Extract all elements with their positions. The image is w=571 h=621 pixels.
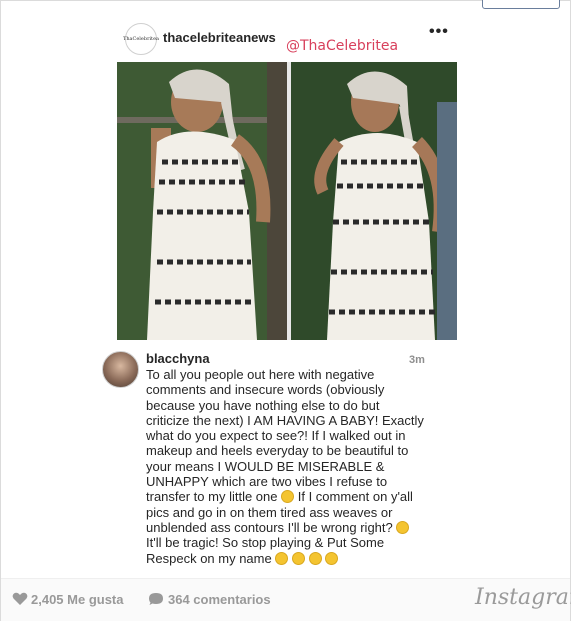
comment-segment: Respeck on my name: [146, 550, 272, 566]
comment-line: because you have nothing else to do but: [146, 397, 380, 413]
photo-illustration: [117, 62, 457, 340]
comment-line: To all you people out here with negative: [146, 367, 375, 382]
likes-count[interactable]: 2,405 Me gusta: [31, 592, 124, 607]
avatar-logo-text: ThaCelebritea: [122, 36, 160, 42]
post-photo: [117, 62, 457, 340]
comment-segment: transfer to my little one: [146, 489, 278, 505]
comment-line: your means I WOULD BE MISERABLE &: [146, 458, 385, 474]
smile-emoji-icon: [281, 490, 295, 504]
comment-segment: If I comment on y'all: [297, 489, 413, 505]
post-card: ThaCelebritea thacelebriteanews ••• @Tha…: [0, 0, 571, 621]
account-avatar[interactable]: ThaCelebritea: [122, 23, 160, 55]
post-footer: 2,405 Me gusta 364 comentarios Instagram: [1, 578, 571, 621]
comment-line: makeup and heels everyday to be beautifu…: [146, 443, 409, 459]
comment-line: UNHAPPY which are two vibes I refuse to: [146, 474, 388, 490]
thinking-emoji-icon: [396, 520, 410, 534]
comment-timestamp: 3m: [409, 354, 425, 366]
instagram-logo: Instagram: [475, 585, 571, 610]
comment-username[interactable]: blacchyna: [146, 351, 210, 366]
comment-line-with-emoji: unblended ass contours I'll be wrong rig…: [146, 520, 436, 535]
commenter-avatar[interactable]: [102, 351, 139, 388]
comment-line-with-emoji: Respeck on my name: [146, 551, 436, 566]
comment-bubble-icon[interactable]: [148, 592, 164, 606]
heart-icon[interactable]: [12, 592, 28, 606]
weary-emoji-icon: [275, 551, 289, 565]
laughing-emoji-icon: [325, 551, 339, 565]
comments-count[interactable]: 364 comentarios: [168, 592, 271, 607]
comment-line: It'll be tragic! So stop playing & Put S…: [146, 535, 385, 551]
comment-line: criticize the next) I AM HAVING A BABY! …: [146, 412, 424, 428]
comment-line: pics and go in on them tired ass weaves …: [146, 504, 393, 520]
ellipsis-icon[interactable]: •••: [429, 23, 449, 41]
laughing-emoji-icon: [308, 551, 322, 565]
comment-line: what do you expect to see?! If I walked …: [146, 428, 406, 444]
watermark-text: @ThaCelebritea: [286, 38, 399, 54]
comment-line: comments and insecure words (obviously: [146, 382, 385, 398]
post-username[interactable]: thacelebriteanews: [163, 30, 276, 45]
laughing-emoji-icon: [291, 551, 305, 565]
comment-body: To all you people out here with negative…: [146, 367, 436, 566]
top-button[interactable]: [482, 0, 560, 9]
comment-line-with-emoji: transfer to my little one If I comment o…: [146, 489, 436, 504]
comment-segment: unblended ass contours I'll be wrong rig…: [146, 519, 393, 535]
